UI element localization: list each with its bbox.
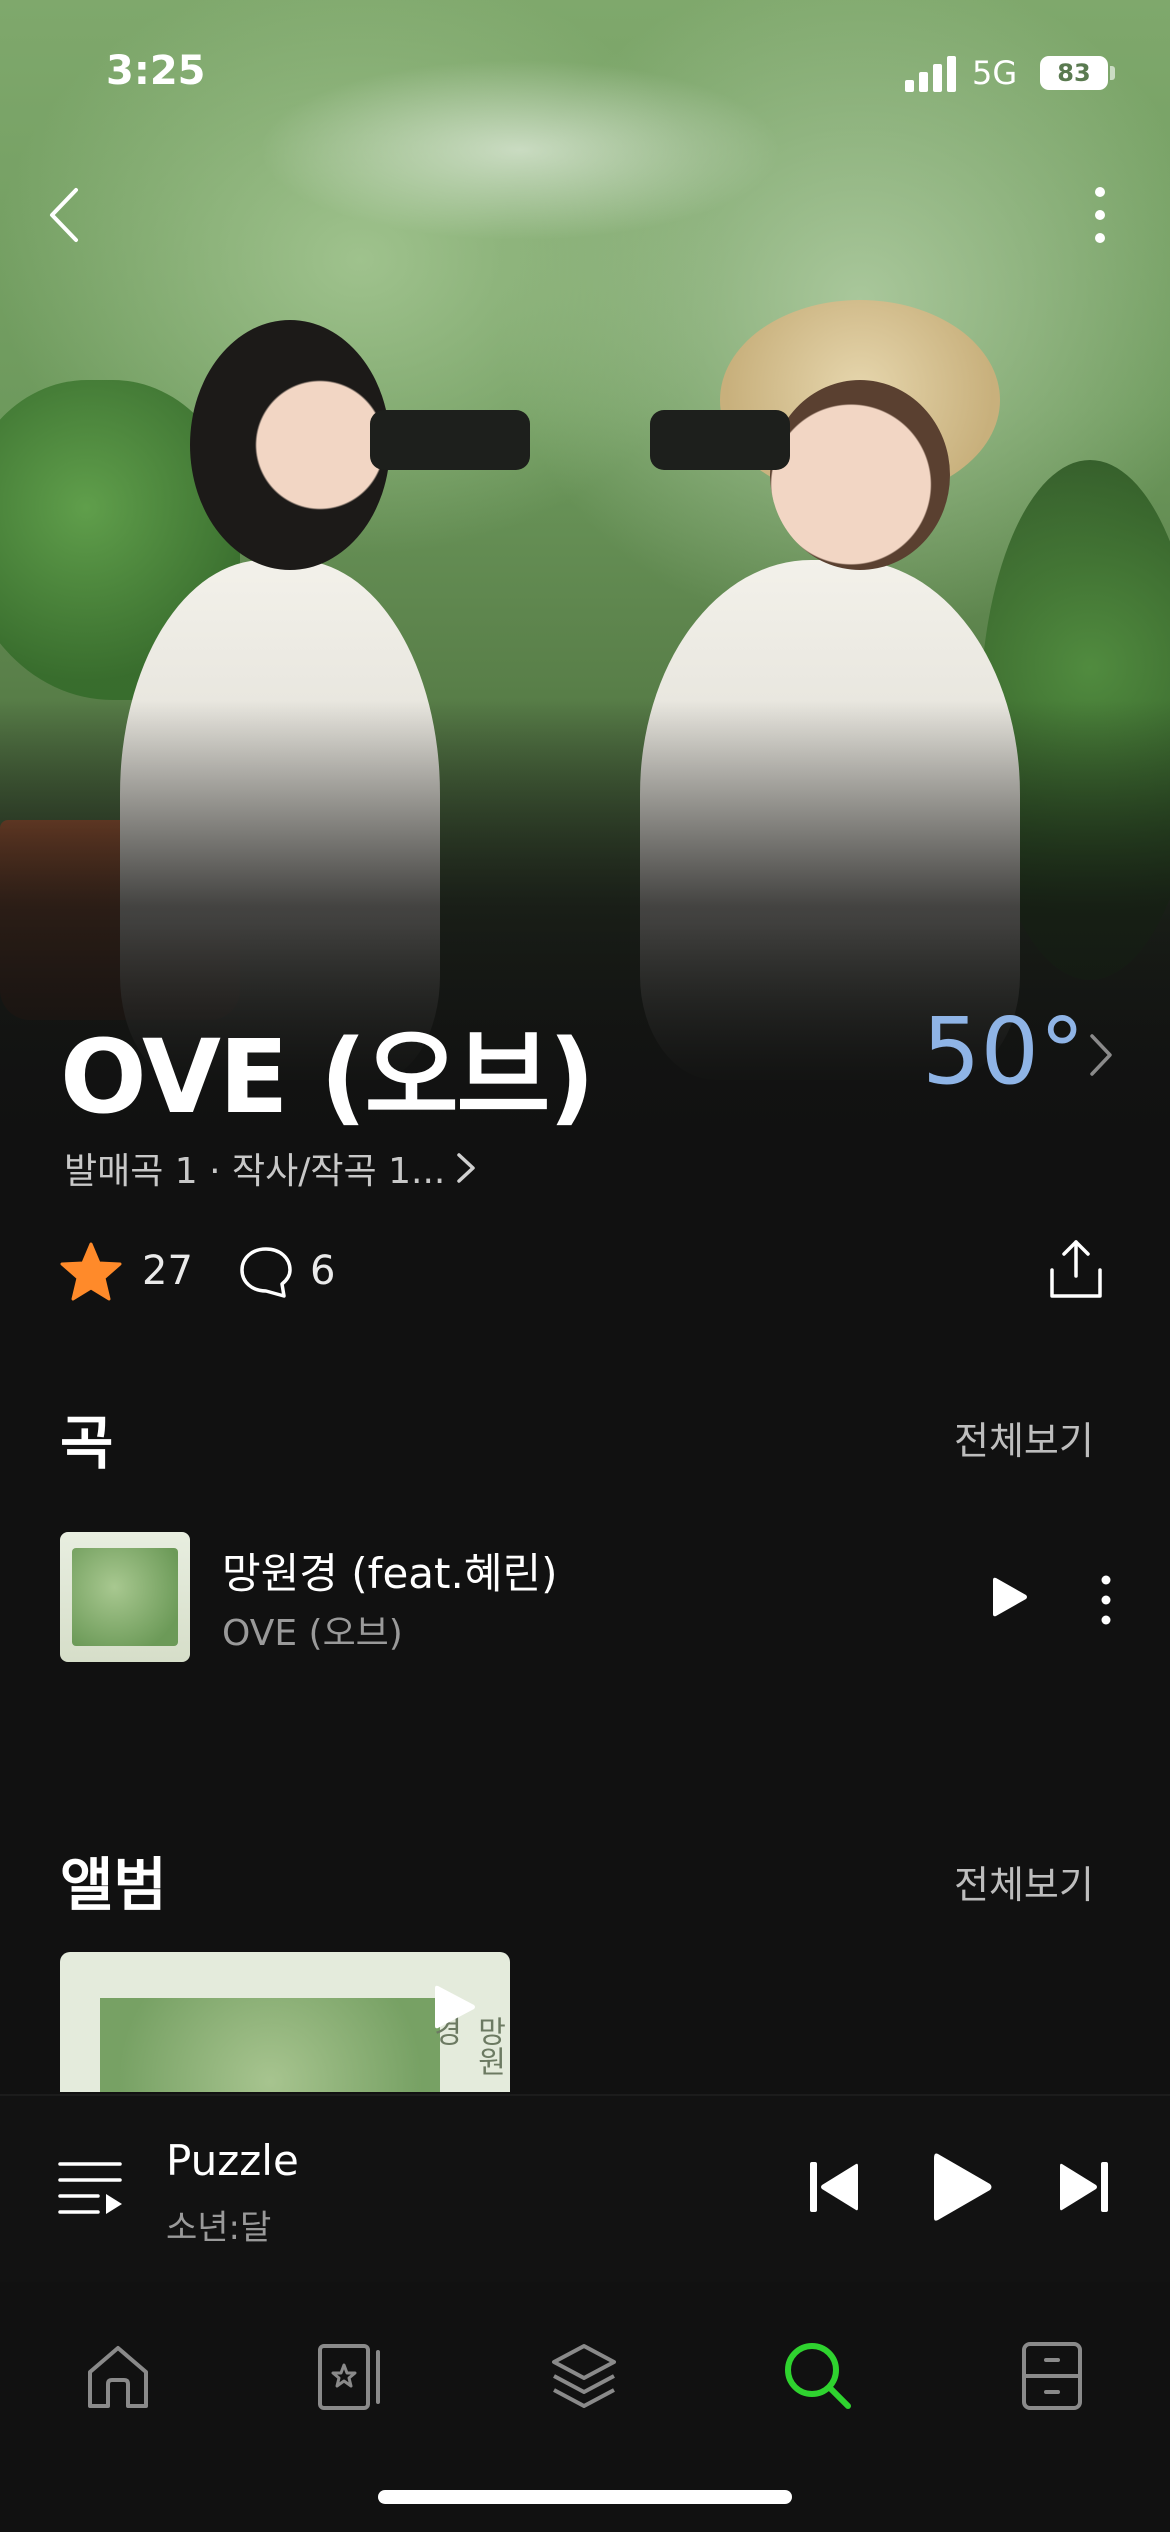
chevron-left-icon[interactable] bbox=[40, 180, 100, 250]
artist-name: OVE (오브) bbox=[60, 1018, 595, 1137]
now-playing-title: Puzzle bbox=[166, 2136, 299, 2185]
chevron-right-icon[interactable] bbox=[454, 1150, 478, 1186]
star-icon[interactable] bbox=[60, 1242, 122, 1302]
network-type: 5G bbox=[972, 54, 1018, 92]
binoculars-right bbox=[650, 410, 790, 470]
like-count: 27 bbox=[142, 1248, 193, 1294]
signal-icon bbox=[905, 56, 956, 92]
now-playing-artist: 소년:달 bbox=[166, 2208, 272, 2248]
mini-player[interactable]: Puzzle 소년:달 bbox=[0, 2094, 1170, 2284]
play-icon[interactable] bbox=[432, 1982, 478, 2032]
share-icon[interactable] bbox=[1046, 1236, 1106, 1302]
album-card[interactable]: 망원경 bbox=[60, 1952, 510, 2092]
play-icon[interactable] bbox=[990, 1574, 1030, 1620]
person-left-head bbox=[190, 320, 390, 570]
status-bar: 3:25 5G 83 bbox=[0, 0, 1170, 140]
artist-meta[interactable]: 발매곡 1 · 작사/작곡 1... bbox=[64, 1142, 445, 1194]
next-track-icon[interactable] bbox=[1058, 2158, 1110, 2216]
song-artist: OVE (오브) bbox=[222, 1613, 403, 1654]
playlist-icon[interactable] bbox=[58, 2158, 124, 2222]
previous-track-icon[interactable] bbox=[808, 2158, 860, 2216]
song-thumbnail[interactable] bbox=[60, 1532, 190, 1662]
chevron-right-icon[interactable] bbox=[1086, 1030, 1116, 1080]
artist-hero-photo bbox=[0, 0, 1170, 1160]
degree-score[interactable]: 50° bbox=[922, 998, 1085, 1105]
battery-icon: 83 bbox=[1040, 56, 1108, 90]
person-right-head bbox=[770, 380, 950, 570]
albums-see-all-button[interactable]: 전체보기 bbox=[954, 1854, 1094, 1909]
album-cover-photo bbox=[100, 1998, 440, 2092]
home-icon bbox=[88, 2346, 148, 2408]
layers-icon bbox=[552, 2344, 616, 2408]
songs-section-title: 곡 bbox=[60, 1409, 114, 1477]
search-icon bbox=[785, 2343, 851, 2409]
home-indicator bbox=[378, 2490, 792, 2504]
tab-library[interactable] bbox=[290, 2316, 410, 2436]
comment-icon[interactable] bbox=[238, 1244, 294, 1300]
albums-section-title: 앨범 bbox=[60, 1851, 167, 1919]
battery-tip bbox=[1110, 66, 1115, 80]
status-time: 3:25 bbox=[106, 48, 206, 94]
tab-home[interactable] bbox=[58, 2316, 178, 2436]
tab-discover[interactable] bbox=[524, 2316, 644, 2436]
vertical-dots-icon[interactable] bbox=[1092, 1572, 1120, 1628]
comment-count: 6 bbox=[310, 1248, 336, 1294]
library-star-icon bbox=[318, 2344, 380, 2410]
vertical-dots-icon[interactable] bbox=[1080, 180, 1120, 250]
play-icon[interactable] bbox=[930, 2150, 994, 2224]
locker-icon bbox=[1022, 2342, 1082, 2410]
binoculars-left bbox=[370, 410, 530, 470]
tab-search[interactable] bbox=[758, 2316, 878, 2436]
songs-see-all-button[interactable]: 전체보기 bbox=[954, 1410, 1094, 1465]
tab-locker[interactable] bbox=[992, 2316, 1112, 2436]
song-title[interactable]: 망원경 (feat.혜린) bbox=[222, 1540, 558, 1601]
